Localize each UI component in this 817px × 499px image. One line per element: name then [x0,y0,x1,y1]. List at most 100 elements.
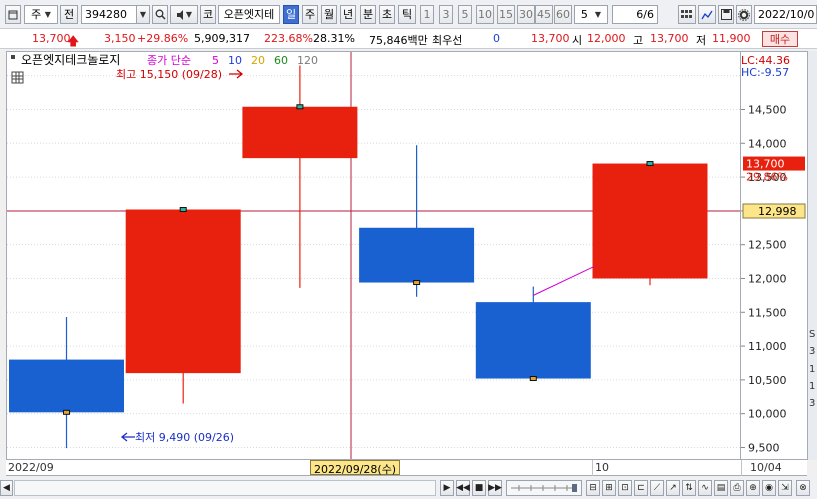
last-price-percent: 29.86% [746,171,788,184]
expand-icon[interactable]: ⇲ [778,480,792,496]
stock-code-input[interactable]: 394280 [81,5,137,24]
candle-body [9,359,124,413]
fit-icon[interactable]: ⊡ [618,480,632,496]
indicator-icon[interactable]: ∿ [698,480,712,496]
period-week-button[interactable]: 주 [302,5,318,24]
high-price: 13,700 [650,32,689,45]
low-annotation: 최저 9,490 (09/26) [135,431,234,444]
up-arrow-icon: 🡅 [67,34,80,48]
grid-icon[interactable] [678,5,696,24]
close-icon[interactable]: ⊗ [796,480,810,496]
period-year-button[interactable]: 년 [340,5,356,24]
buy-button[interactable]: 매수 [762,31,798,47]
period-day-button[interactable]: 일 [283,5,299,24]
ma-legend-prefix: 종가 단순 [147,54,191,67]
side-strip-text: 1 [809,381,816,392]
price-change-percent: +29.86% [137,32,189,45]
magnify-icon[interactable]: ⊕ [746,480,760,496]
hc-label: HC:-9.57 [741,66,789,79]
min-seller-label: 최우선 [432,34,463,47]
high-annotation: 최고 15,150 (09/28) [116,68,222,81]
minute-5-button[interactable]: 5 [458,5,472,24]
gear-icon[interactable] [736,5,752,24]
minute-10-button[interactable]: 10 [476,5,494,24]
interval-select[interactable]: 5 ▼ [574,5,608,24]
minute-3-button[interactable]: 3 [439,5,453,24]
layout-icon[interactable]: ▤ [714,480,728,496]
current-price-2: 13,700 [531,32,570,45]
ma-legend-item: 10 [228,54,242,67]
toolbar: 주 ▼ 전 394280 ▼ ▼ 코 오픈엣지테 일 주 월 년 분 초 틱 1… [0,0,817,29]
date-input[interactable]: 2022/10/0 [754,5,817,24]
interval-value: 5 [580,8,588,21]
quote-info-bar: 13,700 🡅 3,150 +29.86% 5,909,317 223.68%… [0,29,817,49]
y-axis-label: 14,500 [748,103,787,116]
step-forward-icon[interactable]: ▶▶ [488,480,502,496]
candle-body [592,163,708,279]
y-axis-label: 9,500 [748,441,780,454]
view-button[interactable]: 전 [60,5,78,24]
minute-1-button[interactable]: 1 [420,5,434,24]
trend-icon[interactable]: ↗ [666,480,680,496]
chart-tool-icon[interactable] [698,5,716,24]
period-type-select[interactable]: 주 ▼ [24,5,58,24]
left-arrow-icon [120,432,135,442]
zoom-out-icon[interactable]: ⊟ [586,480,600,496]
close-marker [646,161,654,167]
side-strip-text: 1 [809,364,816,375]
price-axis: LC:44.36 HC:-9.57 9,500 10,000 10,500 11,000 1… [741,51,807,460]
scroll-track[interactable] [14,480,436,496]
turnover-rate: 28.31% [313,32,355,45]
period-month-button[interactable]: 월 [321,5,337,24]
data-table-icon [11,71,24,84]
crosshair-date-label: 2022/09/28(수) [310,460,401,476]
candle-body [125,209,241,374]
last-price-label: 13,700 [746,158,785,171]
step-back-icon[interactable]: ◀◀ [456,480,470,496]
compare-icon[interactable]: ⇅ [682,480,696,496]
minute-60-button[interactable]: 60 [554,5,572,24]
draw-line-icon[interactable]: ⟋ [650,480,664,496]
y-axis-label: 14,000 [748,137,787,150]
camera-icon[interactable]: ◉ [762,480,776,496]
period-tick-button[interactable]: 틱 [398,5,416,24]
chart-title: 오픈엣지테크놀로지 [21,53,120,67]
close-marker [296,104,304,110]
scroll-left-button[interactable]: ◀ [0,480,13,496]
y-axis-label: 12,000 [748,272,787,285]
y-axis-label: 11,000 [748,340,787,353]
close-marker [529,376,537,382]
low-price: 11,900 [712,32,751,45]
candlestick-chart[interactable]: 오픈엣지테크놀로지 종가 단순 5 10 20 60 120 최고 15,150 (09/28… [6,51,741,460]
ma5-line [533,265,595,296]
window-icon[interactable] [5,5,21,24]
zoom-slider[interactable] [506,480,582,496]
minute-30-button[interactable]: 30 [517,5,535,24]
trade-amount: 75,846백만 [369,34,428,47]
page-indicator: 6/6 [612,5,658,24]
close-marker [179,207,187,213]
low-label: 저 [696,34,707,47]
ruler-icon[interactable]: ⊏ [634,480,648,496]
period-minute-button[interactable]: 분 [360,5,376,24]
ma-legend-item: 120 [297,54,318,67]
zoom-in-icon[interactable]: ⊞ [602,480,616,496]
y-axis-label: 12,500 [748,239,787,252]
minute-15-button[interactable]: 15 [497,5,515,24]
stock-code-dropdown[interactable]: ▼ [136,5,150,24]
play-icon[interactable]: ▶ [440,480,454,496]
current-price: 13,700 [32,32,71,45]
price-axis-canvas: LC:44.36HC:-9.579,50010,00010,50011,0001… [741,54,806,454]
minute-45-button[interactable]: 45 [535,5,553,24]
stop-icon[interactable]: ■ [472,480,486,496]
search-icon[interactable] [152,5,168,24]
x-axis-separator [592,460,593,476]
speaker-menu[interactable]: ▼ [170,5,198,24]
period-second-button[interactable]: 초 [379,5,395,24]
market-button[interactable]: 코 [200,5,216,24]
close-marker [63,409,70,415]
print-icon[interactable]: ⎙ [730,480,744,496]
save-icon[interactable] [718,5,734,24]
candle-body [242,106,358,159]
y-axis-label: 11,500 [748,306,787,319]
